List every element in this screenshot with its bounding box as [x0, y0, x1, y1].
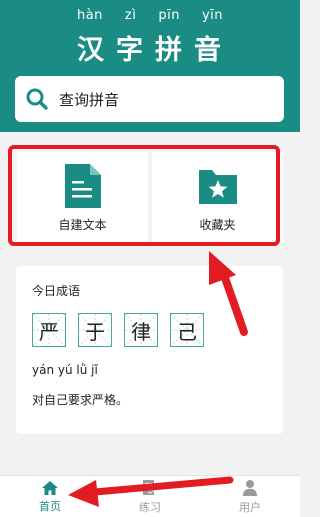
- app-title: 汉 字 拼 音: [0, 28, 300, 67]
- idiom-char: 于: [85, 319, 105, 344]
- idiom-char: 律: [131, 319, 151, 344]
- idiom-char: 己: [177, 319, 197, 344]
- idiom-char-box: 严: [32, 313, 66, 347]
- bottom-tab-bar: 首页 练习 用户: [0, 475, 300, 517]
- title-char: 音: [194, 35, 223, 66]
- title-char: 字: [116, 35, 145, 66]
- search-label: 查询拼音: [59, 90, 120, 109]
- idiom-char-box: 己: [170, 313, 204, 347]
- idiom-heading: 今日成语: [32, 284, 81, 298]
- title-pinyin-syllable: zì: [124, 8, 137, 23]
- idiom-characters: 严 于 律 己: [32, 313, 267, 347]
- document-icon: [64, 164, 101, 208]
- idiom-meaning: 对自己要求严格。: [32, 393, 129, 407]
- title-pinyin-syllable: yīn: [201, 8, 224, 23]
- tab-practice[interactable]: 练习: [100, 476, 200, 517]
- tab-home-label: 首页: [39, 499, 61, 513]
- tab-home[interactable]: 首页: [0, 476, 100, 517]
- title-pinyin-syllable: pīn: [158, 8, 180, 23]
- app-header: hàn zì pīn yīn 汉 字 拼 音 查询拼音: [0, 0, 300, 132]
- search-icon: [26, 88, 48, 110]
- home-icon: [42, 480, 58, 495]
- favorites-button[interactable]: 收藏夹: [148, 152, 283, 242]
- user-icon: [243, 479, 257, 496]
- idiom-char: 严: [39, 319, 59, 344]
- title-char: 汉: [77, 35, 106, 66]
- daily-idiom-card: 今日成语 严 于 律 己 yán yú lǜ jǐ 对自己要求严格。: [16, 266, 283, 434]
- practice-icon: [143, 479, 159, 495]
- idiom-pinyin: yán yú lǜ jǐ: [32, 363, 98, 377]
- quick-actions: 自建文本 收藏夹: [17, 152, 283, 242]
- search-bar[interactable]: 查询拼音: [15, 76, 284, 122]
- idiom-char-box: 于: [78, 313, 112, 347]
- star-folder-icon: [198, 170, 237, 204]
- idiom-char-box: 律: [124, 313, 158, 347]
- title-pinyin: hàn zì pīn yīn: [0, 8, 300, 23]
- tab-practice-label: 练习: [139, 500, 161, 514]
- tab-user[interactable]: 用户: [200, 476, 300, 517]
- custom-text-button[interactable]: 自建文本: [17, 152, 148, 242]
- title-char: 拼: [155, 35, 184, 66]
- favorites-label: 收藏夹: [199, 218, 236, 232]
- custom-text-label: 自建文本: [58, 218, 107, 232]
- tab-user-label: 用户: [239, 500, 261, 514]
- title-pinyin-syllable: hàn: [76, 8, 103, 23]
